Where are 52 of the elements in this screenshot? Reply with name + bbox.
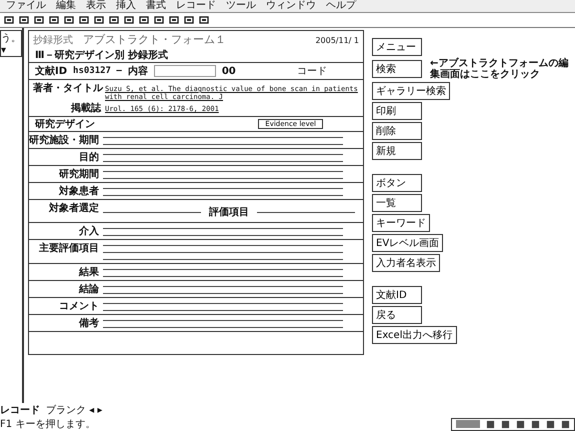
field-label: 内容 xyxy=(128,64,148,78)
form-caption: 抄録形式 xyxy=(33,34,73,47)
form-button[interactable]: 一覧 xyxy=(372,194,422,212)
field-label: 掲載誌 xyxy=(70,102,101,115)
form-button[interactable]: 戻る xyxy=(372,306,422,324)
field-label: 対象患者 xyxy=(58,184,100,198)
form-button[interactable]: 新規 xyxy=(372,142,422,160)
field-label: 主要評価項目 xyxy=(38,241,100,256)
field-label: 結論 xyxy=(78,282,100,296)
menu-item[interactable]: ツール xyxy=(226,0,256,12)
form-button[interactable]: ギャラリー検索 xyxy=(372,82,450,100)
record-navigator[interactable]: ブランク ◂ ▸ xyxy=(46,403,102,417)
object-dropdown[interactable]: う。 ▾ xyxy=(0,30,22,57)
form-button[interactable]: キーワード xyxy=(372,214,430,232)
form-button[interactable]: EVレベル画面 xyxy=(372,234,444,252)
field-label: 対象者選定 xyxy=(48,201,100,216)
record-label: レコード xyxy=(0,404,40,417)
menu-item[interactable]: ファイル xyxy=(6,0,46,12)
form-button[interactable]: 削除 xyxy=(372,122,422,140)
menu-item[interactable]: 編集 xyxy=(56,0,76,12)
field-label: 目的 xyxy=(78,150,100,164)
field-label: 評価項目 xyxy=(209,206,249,219)
form-button[interactable]: メニュー xyxy=(372,38,422,56)
hint-text: ←アブストラクトフォームの編集画面はここをクリック xyxy=(430,58,570,80)
field-label: 介入 xyxy=(78,224,100,238)
code-value: 00 xyxy=(222,66,236,76)
field-label: コメント xyxy=(58,300,100,313)
field-label: 研究期間 xyxy=(58,168,100,181)
field-label: 文献ID xyxy=(35,64,68,78)
menu-item[interactable]: 表示 xyxy=(86,0,106,12)
field-label: 研究デザイン xyxy=(35,118,95,131)
status-text: F1 キーを押します。 xyxy=(0,418,96,431)
field-label: 結果 xyxy=(78,266,100,279)
section-heading: Ⅲ－研究デザイン別 抄録形式 xyxy=(29,48,363,63)
form-button[interactable]: 印刷 xyxy=(372,102,422,120)
menu-item[interactable]: 挿入 xyxy=(116,0,136,12)
form-button[interactable]: ボタン xyxy=(372,174,422,192)
menu-item[interactable]: ウィンドウ xyxy=(266,0,316,12)
id-value: hs03127 — xyxy=(73,66,122,76)
field-label: 備考 xyxy=(78,316,100,330)
form-title: アブストラクト・フォーム１ xyxy=(83,32,227,47)
form-button[interactable]: Excel出力へ移行 xyxy=(372,326,456,344)
menu-item[interactable]: 書式 xyxy=(146,0,166,12)
field-label: 著者・タイトル xyxy=(33,82,101,95)
field-label: 研究施設・期間 xyxy=(29,134,100,147)
form-button[interactable]: 検索 xyxy=(372,60,422,78)
form-button[interactable]: 入力者名表示 xyxy=(372,254,440,272)
content-field[interactable] xyxy=(154,65,216,77)
field-label: コード xyxy=(297,65,328,78)
date-text: 2005/11/ 1 xyxy=(315,36,359,45)
menu-item[interactable]: レコード xyxy=(176,0,216,12)
form-button[interactable]: 文献ID xyxy=(372,286,422,304)
